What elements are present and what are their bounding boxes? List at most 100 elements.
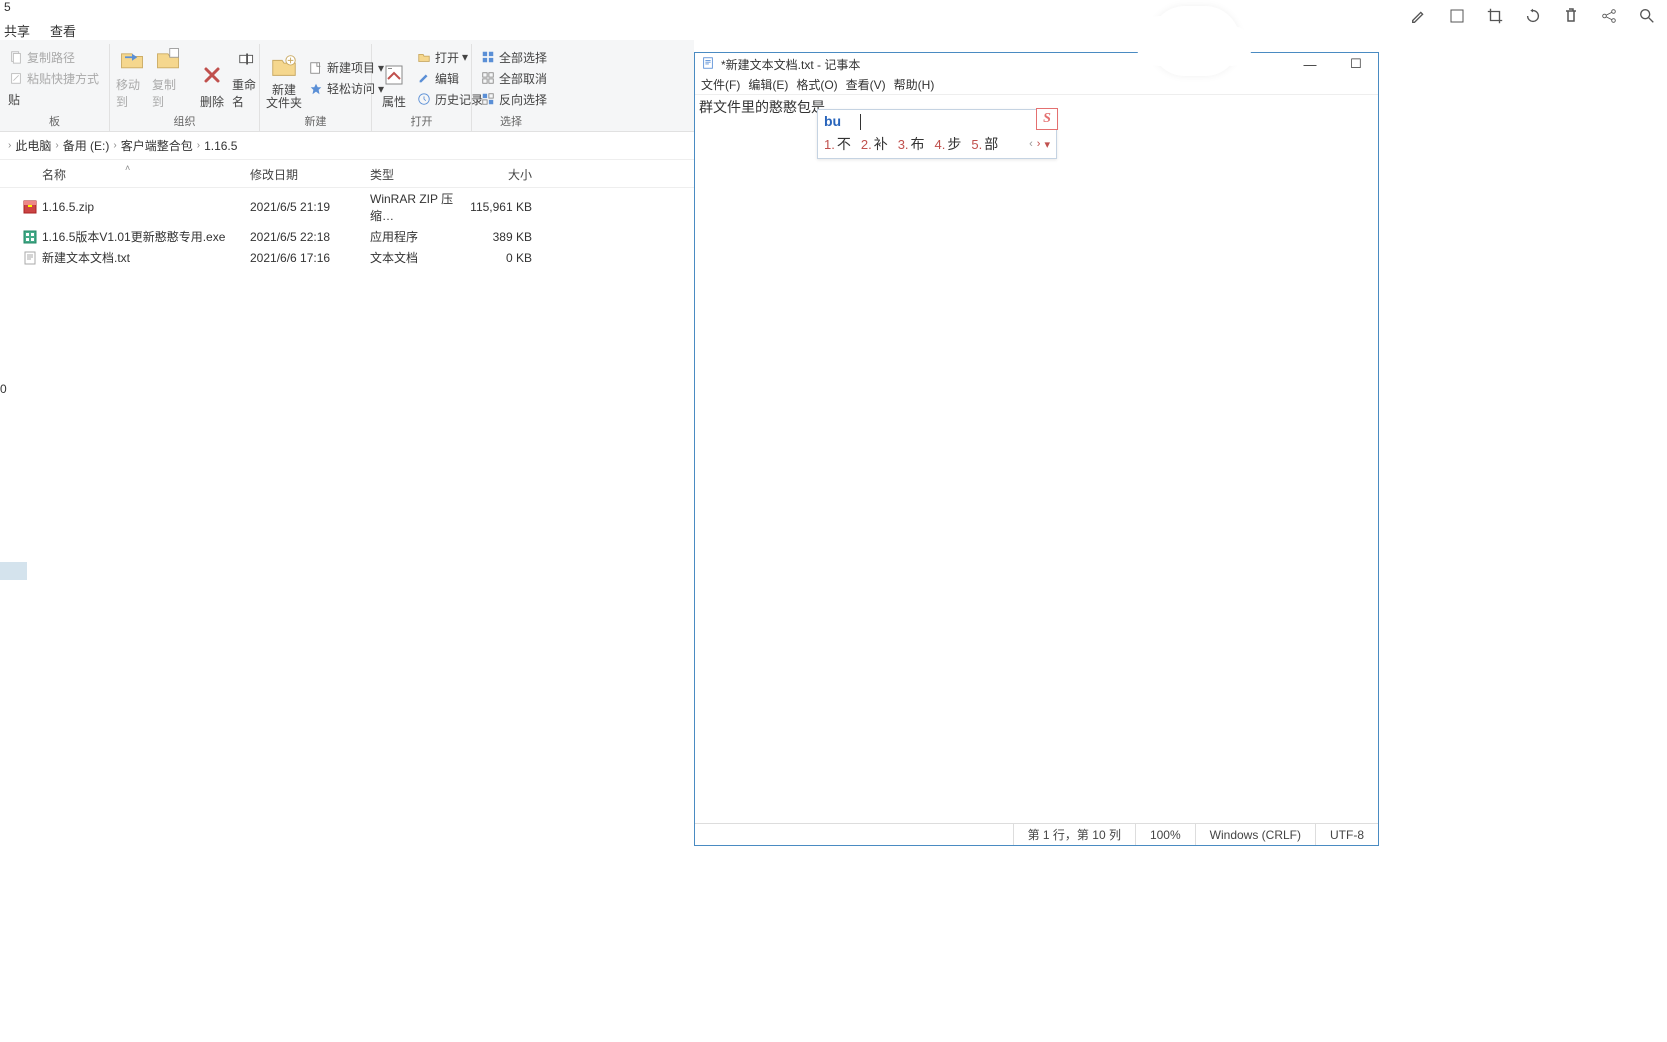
menu-edit[interactable]: 编辑(E) xyxy=(748,76,788,93)
new-folder-button[interactable]: 新建 文件夹 xyxy=(266,44,302,112)
breadcrumb-item[interactable]: 此电脑 xyxy=(15,137,51,154)
notepad-title: *新建文本文档.txt - 记事本 xyxy=(721,56,860,73)
easy-access-icon xyxy=(308,81,324,97)
column-size[interactable]: 大小 xyxy=(470,166,540,183)
move-to-button[interactable]: 移动到 xyxy=(116,44,148,112)
crop-icon[interactable] xyxy=(1485,6,1505,26)
edit-icon xyxy=(416,70,432,86)
exe-file-icon xyxy=(22,229,38,245)
file-row[interactable]: 1.16.5版本V1.01更新憨憨专用.exe 2021/6/5 22:18 应… xyxy=(0,226,694,247)
notepad-titlebar[interactable]: *新建文本文档.txt - 记事本 — ☐ xyxy=(695,53,1378,75)
history-icon xyxy=(416,91,432,107)
clipboard-group-label: 板 xyxy=(0,113,109,129)
delete-icon xyxy=(196,59,228,91)
ime-candidate-window[interactable]: bu S 1.不 2.补 3.布 4.步 5.部 ‹ › ▾ xyxy=(817,109,1057,159)
ime-expand-icon[interactable]: ▾ xyxy=(1044,138,1050,151)
decorative-cloud xyxy=(1150,6,1240,76)
open-group-label: 打开 xyxy=(372,113,471,129)
select-all-icon xyxy=(480,49,496,65)
share-icon[interactable] xyxy=(1599,6,1619,26)
open-icon xyxy=(416,49,432,65)
properties-icon xyxy=(378,59,410,91)
invert-selection-button[interactable]: 反向选择 xyxy=(478,90,549,109)
breadcrumb-item[interactable]: 客户端整合包 xyxy=(121,137,193,154)
chevron-right-icon: › xyxy=(113,140,116,151)
sogou-logo-icon: S xyxy=(1036,108,1058,130)
ime-composition: bu S xyxy=(818,110,1056,132)
ime-prev-icon[interactable]: ‹ xyxy=(1029,138,1033,151)
file-list-header[interactable]: 名称˄ 修改日期 类型 大小 xyxy=(0,162,694,188)
delete-icon[interactable] xyxy=(1561,6,1581,26)
ime-candidate[interactable]: 1.不 xyxy=(824,134,851,154)
column-date[interactable]: 修改日期 xyxy=(250,166,370,183)
file-list: 名称˄ 修改日期 类型 大小 1.16.5.zip 2021/6/5 21:19… xyxy=(0,160,694,270)
properties-button[interactable]: 属性 xyxy=(378,44,410,112)
copy-to-icon xyxy=(152,44,184,74)
cut-label: 贴 xyxy=(6,90,101,109)
column-name[interactable]: 名称˄ xyxy=(0,166,250,183)
status-zoom: 100% xyxy=(1135,824,1195,845)
select-none-icon xyxy=(480,70,496,86)
menu-file[interactable]: 文件(F) xyxy=(701,76,740,93)
select-all-button[interactable]: 全部选择 xyxy=(478,48,549,67)
browser-toolbar xyxy=(1409,6,1667,26)
chevron-right-icon: › xyxy=(8,140,11,151)
window-tab: 5 xyxy=(0,0,694,20)
notepad-menubar: 文件(F) 编辑(E) 格式(O) 查看(V) 帮助(H) xyxy=(695,75,1378,95)
notepad-statusbar: 第 1 行，第 10 列 100% Windows (CRLF) UTF-8 xyxy=(695,823,1378,845)
ime-candidate[interactable]: 4.步 xyxy=(935,134,962,154)
ime-candidate[interactable]: 3.布 xyxy=(898,134,925,154)
breadcrumb[interactable]: › 此电脑 › 备用 (E:) › 客户端整合包 › 1.16.5 xyxy=(0,132,694,160)
maximize-button[interactable]: ☐ xyxy=(1338,56,1374,72)
menu-format[interactable]: 格式(O) xyxy=(796,76,837,93)
chevron-right-icon: › xyxy=(55,140,58,151)
txt-file-icon xyxy=(22,250,38,266)
ribbon: 复制路径 粘贴快捷方式 贴 板 xyxy=(0,40,694,132)
ime-candidate[interactable]: 5.部 xyxy=(971,134,998,154)
select-group-label: 选择 xyxy=(472,113,550,129)
file-row[interactable]: 1.16.5.zip 2021/6/5 21:19 WinRAR ZIP 压缩…… xyxy=(0,188,694,226)
breadcrumb-item[interactable]: 备用 (E:) xyxy=(63,137,110,154)
copy-path-icon xyxy=(8,49,24,65)
status-encoding: UTF-8 xyxy=(1315,824,1378,845)
file-explorer: 5 共享 查看 复制路径 粘贴 xyxy=(0,0,694,850)
ime-next-icon[interactable]: › xyxy=(1037,138,1041,151)
bookmark-icon[interactable] xyxy=(1447,6,1467,26)
ribbon-tab-share[interactable]: 共享 xyxy=(4,21,30,40)
status-position: 第 1 行，第 10 列 xyxy=(1013,824,1135,845)
copy-path-button[interactable]: 复制路径 xyxy=(6,48,101,67)
side-selection xyxy=(0,562,27,580)
search-icon[interactable] xyxy=(1637,6,1657,26)
side-count: 0 xyxy=(0,382,7,396)
rotate-icon[interactable] xyxy=(1523,6,1543,26)
notepad-app-icon xyxy=(701,56,715,73)
new-folder-icon xyxy=(268,50,300,82)
breadcrumb-item[interactable]: 1.16.5 xyxy=(204,139,237,153)
copy-to-button[interactable]: 复制到 xyxy=(152,44,184,112)
edit-icon[interactable] xyxy=(1409,6,1429,26)
notepad-window: *新建文本文档.txt - 记事本 — ☐ 文件(F) 编辑(E) 格式(O) … xyxy=(694,52,1379,846)
paste-shortcut-icon xyxy=(8,70,24,86)
new-group-label: 新建 xyxy=(260,113,371,129)
minimize-button[interactable]: — xyxy=(1292,57,1328,72)
delete-button[interactable]: 删除 xyxy=(196,44,228,112)
new-item-icon xyxy=(308,60,324,76)
organize-group-label: 组织 xyxy=(110,113,259,129)
chevron-right-icon: › xyxy=(197,140,200,151)
invert-icon xyxy=(480,91,496,107)
sort-asc-icon: ˄ xyxy=(125,163,130,173)
status-eol: Windows (CRLF) xyxy=(1195,824,1315,845)
ime-candidates: 1.不 2.补 3.布 4.步 5.部 ‹ › ▾ xyxy=(818,132,1056,158)
ime-candidate[interactable]: 2.补 xyxy=(861,134,888,154)
select-none-button[interactable]: 全部取消 xyxy=(478,69,549,88)
notepad-textarea[interactable]: 群文件里的憨憨包是 xyxy=(695,95,1378,823)
menu-view[interactable]: 查看(V) xyxy=(846,76,886,93)
file-row[interactable]: 新建文本文档.txt 2021/6/6 17:16 文本文档 0 KB xyxy=(0,247,694,268)
menu-help[interactable]: 帮助(H) xyxy=(894,76,935,93)
move-to-icon xyxy=(116,44,148,74)
ribbon-tab-view[interactable]: 查看 xyxy=(50,21,76,40)
column-type[interactable]: 类型 xyxy=(370,166,470,183)
ribbon-tabs: 共享 查看 xyxy=(0,20,694,40)
paste-shortcut-button[interactable]: 粘贴快捷方式 xyxy=(6,69,101,88)
zip-file-icon xyxy=(22,199,38,215)
